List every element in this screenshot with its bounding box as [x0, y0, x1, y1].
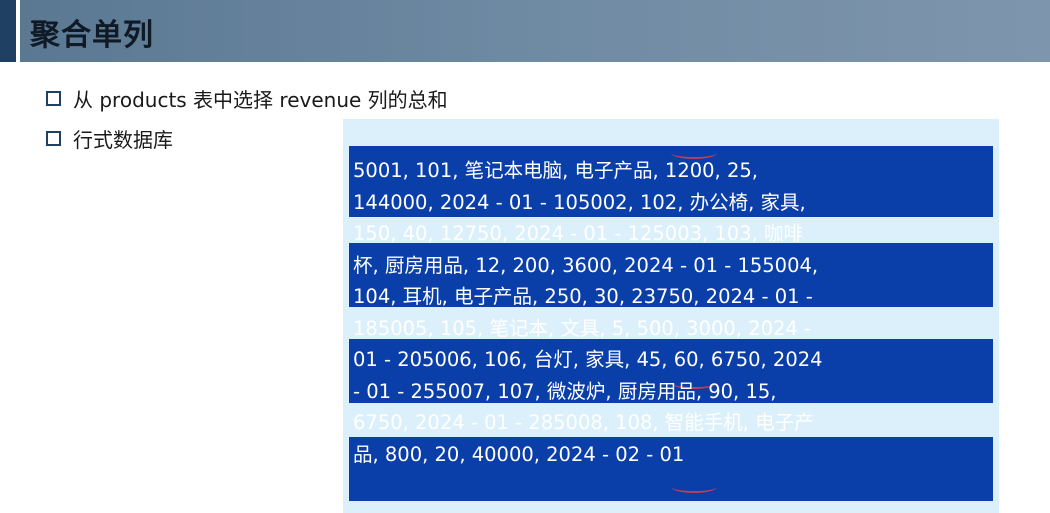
bullet-text: 从 products 表中选择 revenue 列的总和 [73, 88, 448, 112]
bullet-item: 从 products 表中选择 revenue 列的总和 [46, 84, 448, 113]
slide: 聚合单列 从 products 表中选择 revenue 列的总和 行式数据库 … [0, 0, 1050, 513]
bullet-text: 行式数据库 [73, 128, 173, 152]
row-store-diagram: 5001, 101, 笔记本电脑, 电子产品, 1200, 25, 144000… [343, 119, 999, 513]
square-bullet-icon [46, 91, 61, 106]
bullet-item: 行式数据库 [46, 124, 173, 153]
slide-title: 聚合单列 [30, 18, 154, 53]
title-accent-bar [0, 0, 16, 62]
highlight-arc [671, 481, 717, 493]
row-store-data-text: 5001, 101, 笔记本电脑, 电子产品, 1200, 25, 144000… [353, 159, 823, 466]
title-bar [20, 0, 1050, 62]
square-bullet-icon [46, 131, 61, 146]
